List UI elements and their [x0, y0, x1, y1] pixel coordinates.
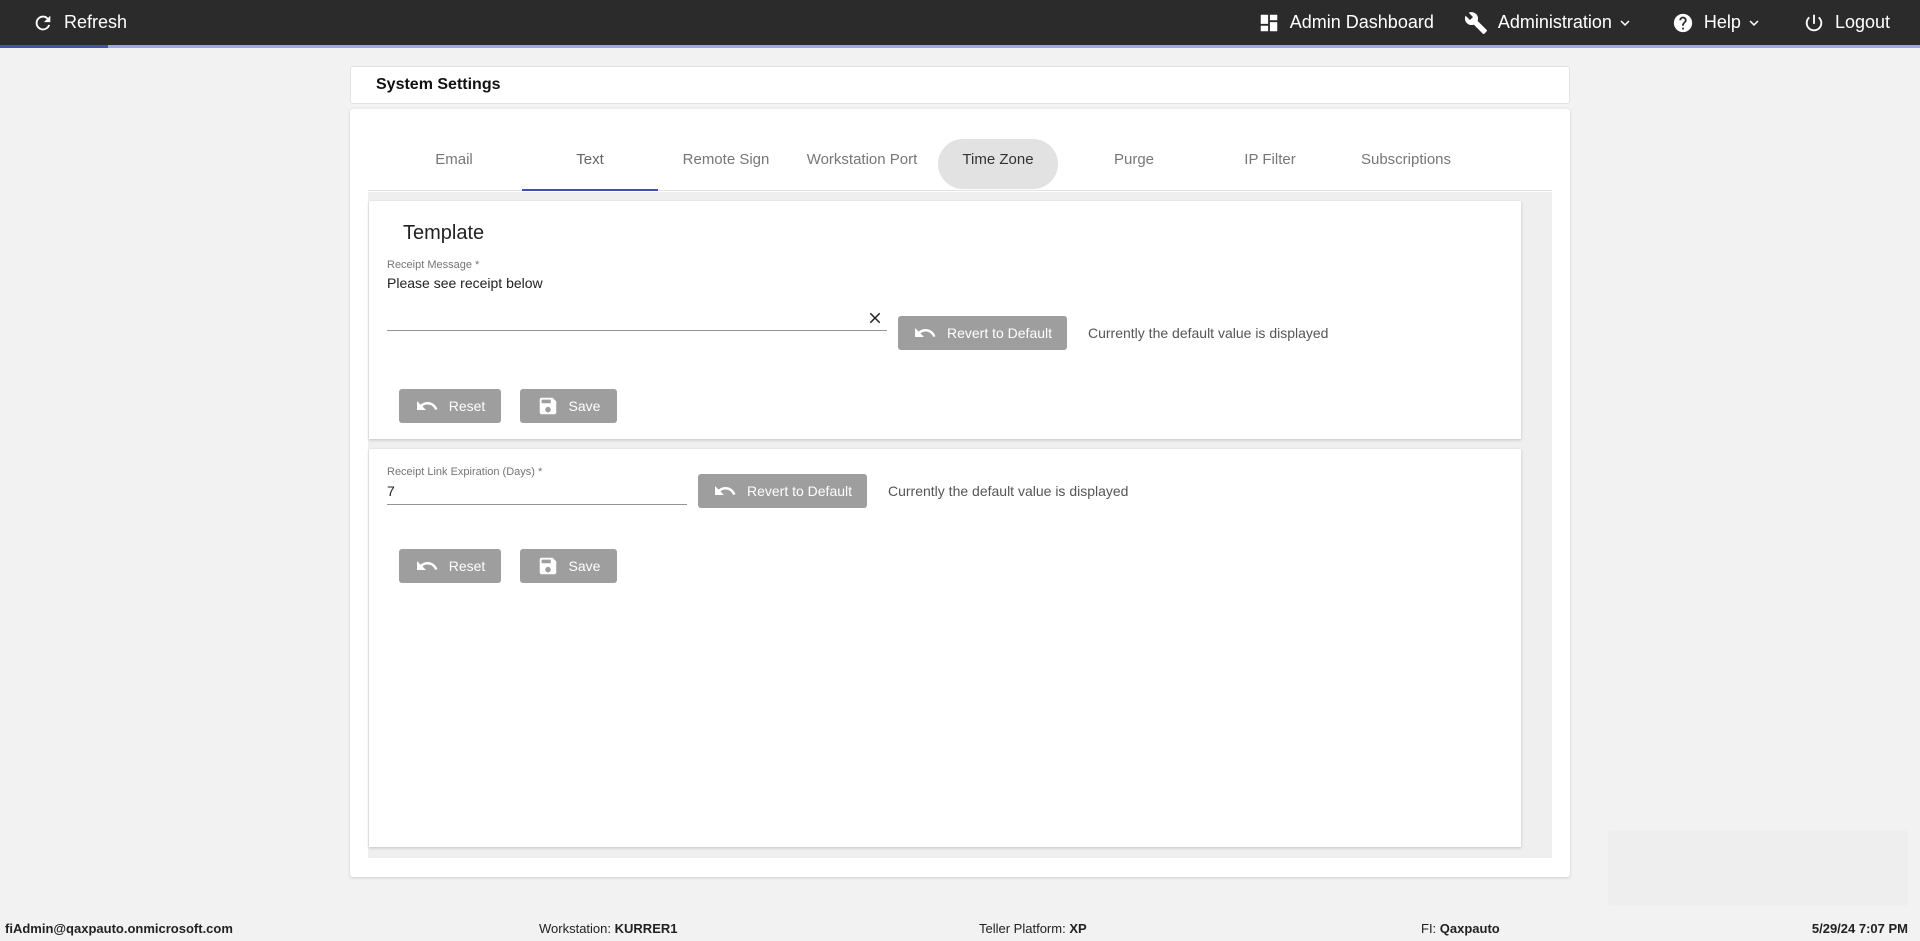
save-label: Save: [568, 398, 601, 414]
expiration-underline: [387, 504, 687, 505]
tab-label: Purge: [1113, 151, 1155, 168]
tab-label: Email: [435, 151, 473, 168]
footer-workstation-label: Workstation:: [539, 921, 612, 936]
reset-button[interactable]: Reset: [399, 389, 501, 423]
revert-label: Revert to Default: [746, 483, 853, 499]
top-nav-bar: Refresh Admin Dashboard Administration H…: [0, 0, 1920, 45]
help-label: Help: [1703, 12, 1741, 32]
tab-label: Workstation Port: [806, 151, 918, 168]
page-title: System Settings: [376, 76, 501, 93]
help-menu[interactable]: Help: [1672, 0, 1763, 45]
default-value-hint: Currently the default value is displayed: [1088, 325, 1329, 341]
save-button[interactable]: Save: [520, 389, 617, 423]
logout-button[interactable]: Logout: [1803, 0, 1890, 45]
admin-dashboard-link[interactable]: Admin Dashboard: [1258, 0, 1434, 45]
administration-menu[interactable]: Administration: [1464, 0, 1634, 45]
reset-label: Reset: [448, 398, 486, 414]
refresh-icon: [35, 15, 51, 30]
tab-content-area[interactable]: Template Receipt Message * Please see re…: [368, 192, 1552, 858]
wrench-icon: [1464, 11, 1487, 34]
page-title-card: System Settings: [350, 66, 1570, 104]
undo-icon: [416, 561, 438, 570]
default-value-hint: Currently the default value is displayed: [888, 483, 1129, 499]
tab-label: Remote Sign: [682, 151, 770, 168]
dashboard-icon: [1260, 14, 1278, 31]
loading-progress-bar: [0, 45, 1920, 48]
logout-label: Logout: [1834, 12, 1890, 32]
revert-label: Revert to Default: [946, 325, 1053, 341]
tab-remote-sign[interactable]: Remote Sign: [658, 129, 794, 190]
settings-card: Email Text Remote Sign Workstation Port …: [350, 109, 1570, 877]
clear-icon[interactable]: [866, 309, 884, 327]
revert-to-default-button[interactable]: Revert to Default: [898, 316, 1067, 350]
help-icon: [1673, 13, 1693, 32]
loading-progress-fill: [0, 45, 108, 48]
undo-icon: [914, 328, 936, 337]
save-label: Save: [568, 558, 601, 574]
refresh-button[interactable]: Refresh: [32, 0, 127, 45]
tab-label: Text: [576, 151, 604, 168]
refresh-label: Refresh: [64, 12, 128, 32]
undo-icon: [416, 401, 438, 410]
template-panel: Template Receipt Message * Please see re…: [369, 201, 1521, 439]
tab-workstation-port[interactable]: Workstation Port: [794, 129, 930, 190]
footer-platform-label: Teller Platform:: [979, 921, 1066, 936]
reset-button[interactable]: Reset: [399, 549, 501, 583]
tab-ip-filter[interactable]: IP Filter: [1202, 129, 1338, 190]
tab-label: Subscriptions: [1360, 151, 1452, 168]
expiration-label: Receipt Link Expiration (Days) *: [387, 466, 543, 478]
reset-label: Reset: [448, 558, 486, 574]
administration-label: Administration: [1497, 12, 1612, 32]
footer-fi-label: FI:: [1421, 921, 1437, 936]
save-icon: [539, 397, 556, 415]
tab-email[interactable]: Email: [386, 129, 522, 190]
tab-subscriptions[interactable]: Subscriptions: [1338, 129, 1474, 190]
tab-purge[interactable]: Purge: [1066, 129, 1202, 190]
chevron-down-icon: [1620, 19, 1630, 26]
tab-time-zone[interactable]: Time Zone: [930, 129, 1066, 190]
template-heading: Template: [403, 222, 485, 244]
tab-label: Time Zone: [962, 151, 1034, 168]
save-icon: [539, 557, 556, 575]
footer-workstation-value: KURRER1: [614, 921, 678, 936]
save-button[interactable]: Save: [520, 549, 617, 583]
receipt-message-underline: [387, 330, 887, 331]
tab-text[interactable]: Text: [522, 129, 658, 191]
undo-icon: [714, 486, 736, 495]
power-icon: [1805, 14, 1823, 31]
receipt-message-label: Receipt Message *: [387, 259, 480, 271]
footer-platform-value: XP: [1069, 921, 1087, 936]
chevron-down-icon: [1749, 19, 1759, 26]
footer-user: fiAdmin@qaxpauto.onmicrosoft.com: [5, 921, 233, 936]
status-footer: fiAdmin@qaxpauto.onmicrosoft.com Worksta…: [0, 914, 1920, 941]
tab-label: IP Filter: [1244, 151, 1296, 168]
revert-to-default-button[interactable]: Revert to Default: [698, 474, 867, 508]
footer-fi-value: Qaxpauto: [1439, 921, 1500, 936]
receipt-message-input[interactable]: Please see receipt below: [387, 275, 543, 291]
footer-datetime: 5/29/24 7:07 PM: [1811, 921, 1908, 936]
expiration-panel: Receipt Link Expiration (Days) * 7 Rever…: [369, 449, 1521, 847]
settings-tabs: Email Text Remote Sign Workstation Port …: [368, 129, 1552, 191]
toast-notification: [1608, 830, 1908, 906]
admin-dashboard-label: Admin Dashboard: [1289, 12, 1434, 32]
expiration-input[interactable]: 7: [387, 483, 395, 499]
